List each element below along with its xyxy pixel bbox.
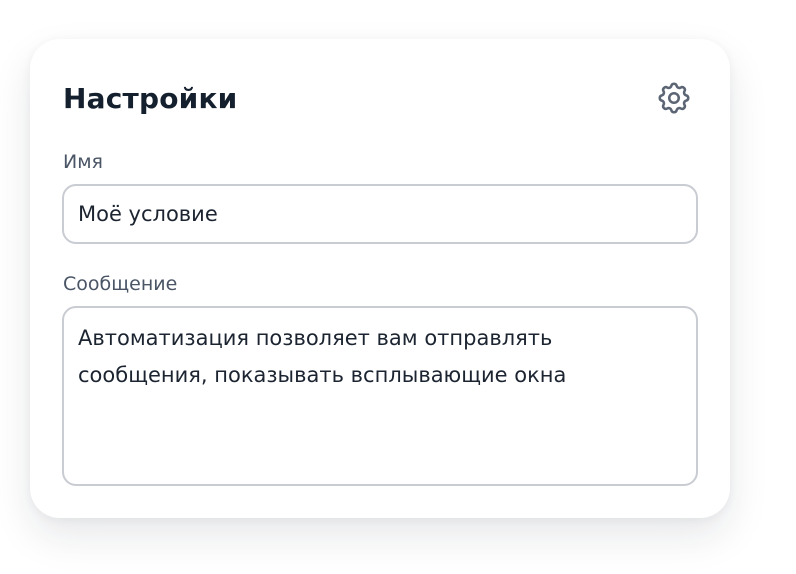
name-label: Имя [63, 151, 103, 173]
gear-icon [658, 82, 690, 114]
name-input[interactable] [62, 184, 698, 244]
settings-button[interactable] [654, 78, 694, 118]
message-textarea[interactable]: Автоматизация позволяет вам отправлять с… [62, 306, 698, 486]
settings-card: Настройки Имя Сообщение Автоматизация по… [30, 39, 730, 518]
message-label: Сообщение [63, 273, 178, 295]
card-title: Настройки [63, 82, 238, 115]
